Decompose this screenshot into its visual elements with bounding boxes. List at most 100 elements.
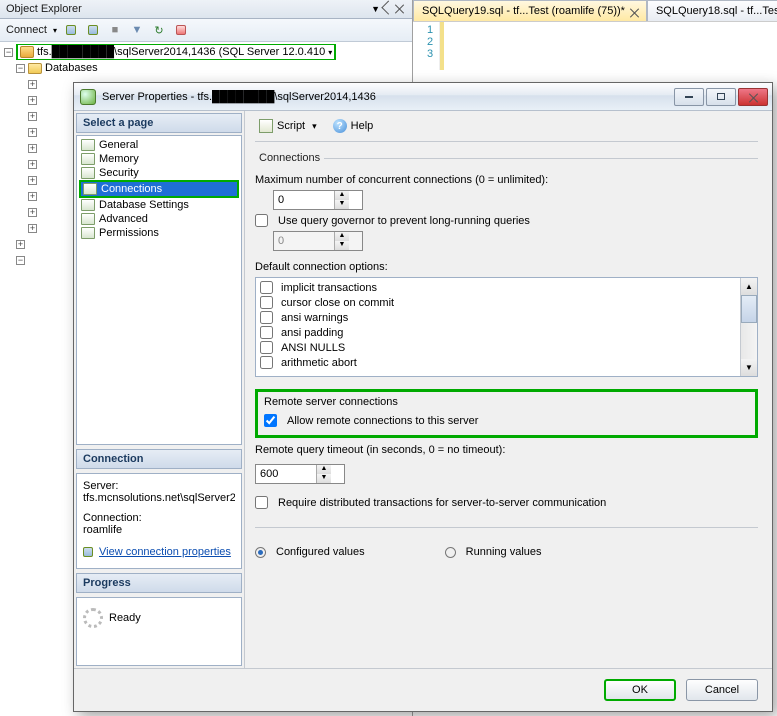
editor-tab[interactable]: SQLQuery18.sql - tf...Test [647,0,777,21]
page-item-general[interactable]: General [79,138,239,152]
dropdown-icon[interactable]: ▾ [53,26,57,35]
option-checkbox[interactable] [260,356,273,369]
server-label: Server: [83,480,235,492]
remote-timeout-input[interactable]: ▲▼ [255,464,345,484]
page-label: Advanced [99,213,148,225]
databases-node[interactable]: − Databases [4,60,408,76]
expand-icon[interactable]: + [28,208,37,217]
view-connection-properties-link[interactable]: View connection properties [99,546,231,558]
spin-up-icon[interactable]: ▲ [335,232,349,241]
object-explorer-title: Object Explorer [6,3,82,15]
allow-remote-checkbox[interactable] [264,414,277,427]
dropdown-icon: ▾ [328,48,332,57]
page-icon [81,213,95,225]
scroll-thumb[interactable] [741,295,757,323]
page-item-memory[interactable]: Memory [79,152,239,166]
configured-values-radio[interactable]: Configured values [255,546,365,558]
dropdown-icon[interactable]: ▼ [371,4,380,14]
dialog-toolbar: Script ? Help [255,117,758,142]
spin-down-icon[interactable]: ▼ [317,474,331,483]
help-label: Help [351,120,374,132]
databases-label: Databases [45,62,98,74]
spin-up-icon[interactable]: ▲ [335,191,349,200]
option-item[interactable]: implicit transactions [260,280,736,295]
expand-icon[interactable]: + [28,160,37,169]
collapse-icon[interactable]: − [4,48,13,57]
running-label: Running values [466,546,542,558]
script-label: Script [277,120,305,132]
progress-panel: Ready [76,597,242,666]
scroll-up-icon[interactable]: ▲ [741,278,757,295]
server-icon[interactable] [63,22,79,38]
option-item[interactable]: cursor close on commit [260,295,736,310]
help-button[interactable]: ? Help [329,117,378,135]
expand-icon[interactable]: + [28,144,37,153]
expand-icon[interactable]: + [28,128,37,137]
option-checkbox[interactable] [260,341,273,354]
max-connections-input[interactable]: ▲▼ [273,190,363,210]
option-checkbox[interactable] [260,296,273,309]
spin-down-icon[interactable]: ▼ [335,200,349,209]
expand-icon[interactable]: + [28,96,37,105]
option-item[interactable]: arithmetic abort [260,355,736,370]
remote-connections-highlight: Remote server connections Allow remote c… [255,389,758,438]
refresh-icon[interactable]: ↻ [151,22,167,38]
scroll-down-icon[interactable]: ▼ [741,359,757,376]
cancel-button[interactable]: Cancel [686,679,758,701]
query-governor-checkbox[interactable] [255,214,268,227]
server-node-label: tfs.████████\sqlServer2014,1436 (SQL Ser… [37,46,325,58]
page-item-advanced[interactable]: Advanced [79,212,239,226]
dialog-titlebar[interactable]: Server Properties - tfs.████████\sqlServ… [74,83,772,111]
page-item-permissions[interactable]: Permissions [79,226,239,240]
governor-value-field [274,234,334,248]
option-label: ansi padding [281,327,343,339]
page-label: Security [99,167,139,179]
governor-value-input[interactable]: ▲▼ [273,231,363,251]
minimize-button[interactable] [674,88,704,106]
expand-icon[interactable]: + [28,224,37,233]
server-group-icon[interactable] [85,22,101,38]
option-checkbox[interactable] [260,281,273,294]
remote-timeout-field[interactable] [256,467,316,481]
page-item-connections[interactable]: Connections [81,182,237,196]
expand-icon[interactable]: + [16,240,25,249]
close-button[interactable] [738,88,768,106]
distributed-trans-label: Require distributed transactions for ser… [278,497,606,509]
progress-panel-header: Progress [76,573,242,593]
scrollbar[interactable]: ▲ ▼ [740,278,757,376]
option-item[interactable]: ansi padding [260,325,736,340]
max-connections-field[interactable] [274,193,334,207]
spin-up-icon[interactable]: ▲ [317,465,331,474]
option-item[interactable]: ANSI NULLS [260,340,736,355]
option-item[interactable]: ansi warnings [260,310,736,325]
expand-icon[interactable]: + [28,176,37,185]
distributed-trans-checkbox[interactable] [255,496,268,509]
close-icon[interactable] [394,3,406,15]
spin-down-icon[interactable]: ▼ [335,241,349,250]
collapse-icon[interactable]: − [16,256,25,265]
editor-tab-active[interactable]: SQLQuery19.sql - tf...Test (roamlife (75… [413,0,647,21]
option-label: implicit transactions [281,282,377,294]
collapse-icon[interactable]: − [16,64,25,73]
expand-icon[interactable]: + [28,112,37,121]
page-item-database-settings[interactable]: Database Settings [79,198,239,212]
filter-icon[interactable]: ▼ [129,22,145,38]
close-icon[interactable] [629,7,638,16]
stop-icon[interactable]: ■ [107,22,123,38]
connect-button[interactable]: Connect [6,24,47,36]
page-label: Permissions [99,227,159,239]
server-node[interactable]: − tfs.████████\sqlServer2014,1436 (SQL S… [4,44,408,60]
option-checkbox[interactable] [260,311,273,324]
page-item-security[interactable]: Security [79,166,239,180]
expand-icon[interactable]: + [28,192,37,201]
expand-icon[interactable]: + [28,80,37,89]
ok-button[interactable]: OK [604,679,676,701]
maximize-button[interactable] [706,88,736,106]
report-icon[interactable] [173,22,189,38]
script-button[interactable]: Script [255,117,321,135]
line-number: 1 [427,24,433,36]
database-icon [80,89,96,105]
option-checkbox[interactable] [260,326,273,339]
default-options-list[interactable]: implicit transactions cursor close on co… [255,277,758,377]
running-values-radio[interactable]: Running values [445,546,542,558]
